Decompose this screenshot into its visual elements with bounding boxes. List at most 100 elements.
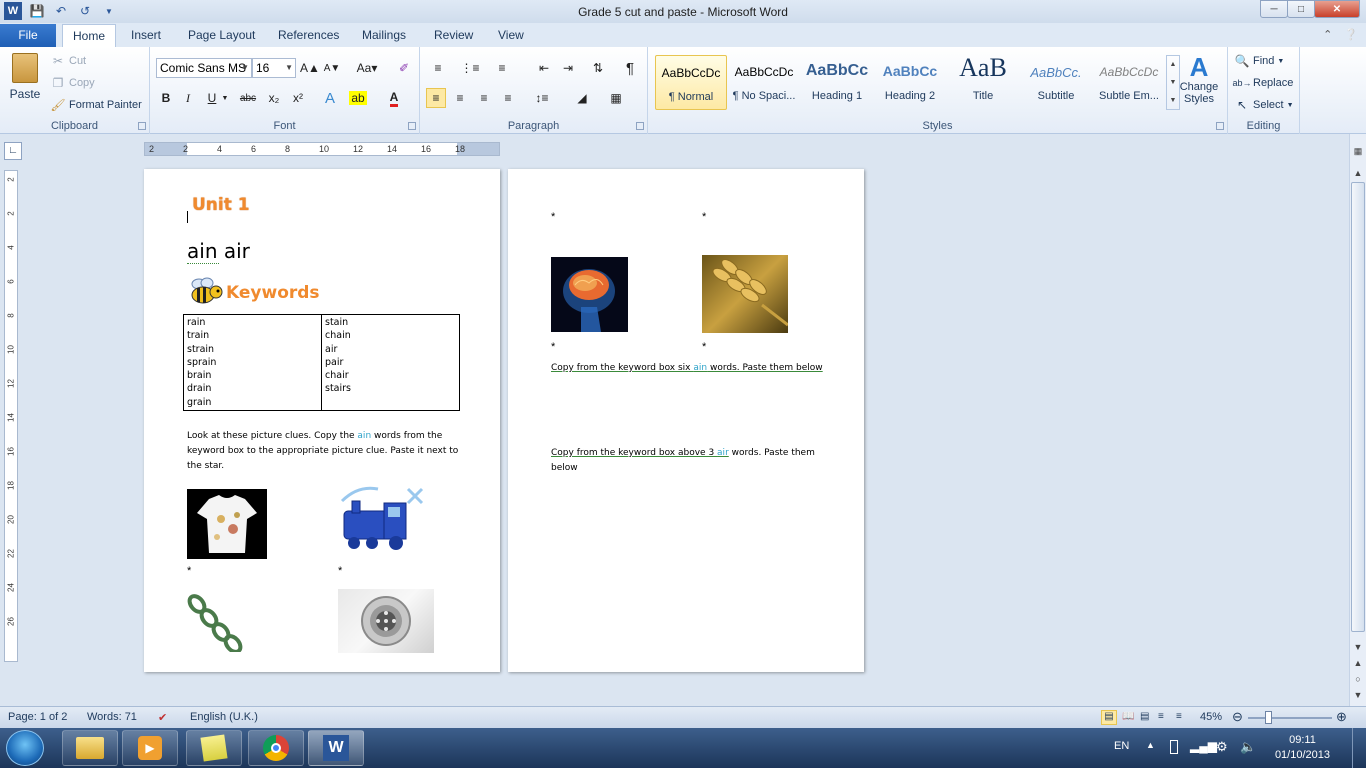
numbering-icon[interactable]: ⋮≡ [460,58,480,78]
decrease-indent-icon[interactable]: ⇤ [534,58,554,78]
tab-view[interactable]: View [498,24,524,47]
sticky-notes-taskbar-button[interactable] [186,730,242,766]
paragraph-launcher-icon[interactable] [636,122,644,130]
format-painter-button[interactable]: 🖌 Format Painter [50,97,141,113]
scroll-thumb[interactable] [1351,182,1365,632]
bullets-icon[interactable]: ≡ [428,58,448,78]
horizontal-ruler[interactable]: 2 2 4 6 8 10 12 14 16 18 [144,142,500,156]
style-heading-2[interactable]: AaBbCc Heading 2 [874,55,946,110]
scroll-up-button[interactable]: ▲ [1351,166,1365,180]
full-screen-view-icon[interactable]: 📖 [1122,711,1134,722]
shrink-font-icon[interactable]: A▼ [322,58,342,78]
volume-icon[interactable]: 🔈 [1240,739,1256,755]
minimize-ribbon-icon[interactable]: ⌃ [1323,28,1332,41]
draft-view-icon[interactable]: ≡ [1176,711,1182,722]
help-icon[interactable]: ❔ [1344,28,1358,41]
battery-icon[interactable] [1170,740,1178,754]
zoom-out-icon[interactable]: ⊖ [1232,709,1243,725]
show-hidden-icons-icon[interactable]: ▲ [1146,740,1155,750]
explorer-taskbar-button[interactable] [62,730,118,766]
grow-font-icon[interactable]: A▲ [300,58,320,78]
tab-selector[interactable]: ∟ [4,142,22,160]
align-left-icon[interactable]: ≡ [426,88,446,108]
scroll-down-button[interactable]: ▼ [1351,640,1365,654]
signal-icon[interactable]: ▂▄▆ [1190,739,1217,753]
copy-button[interactable]: ❐ Copy [50,75,95,91]
page-1[interactable]: Unit 1 ain air Keywords rain train strai… [144,169,500,672]
page-count[interactable]: Page: 1 of 2 [8,711,67,723]
show-formatting-icon[interactable]: ¶ [620,58,640,78]
paste-button[interactable]: Paste [6,53,44,101]
style-title[interactable]: AaB Title [947,53,1019,110]
subscript-icon[interactable]: x₂ [264,88,284,108]
highlight-icon[interactable]: ab [348,88,368,108]
close-button[interactable]: ✕ [1314,0,1360,18]
keyword-column-2[interactable]: stain chain air pair chair stairs [321,313,460,412]
font-name-combo[interactable]: Comic Sans MS ▼ [156,58,252,78]
underline-dropdown-icon[interactable]: ▼ [220,88,230,108]
font-launcher-icon[interactable] [408,122,416,130]
language[interactable]: English (U.K.) [190,711,258,723]
keyword-column-1[interactable]: rain train strain sprain brain drain gra… [183,313,322,412]
zoom-slider-thumb[interactable] [1265,711,1272,724]
chain-image[interactable] [187,594,243,652]
clear-formatting-icon[interactable]: ✐ [394,58,414,78]
tab-home[interactable]: Home [62,24,117,47]
web-layout-view-icon[interactable]: ▤ [1140,711,1149,722]
style-no-spacing[interactable]: AaBbCcDc ¶ No Spaci... [728,55,800,110]
align-center-icon[interactable]: ≡ [450,88,470,108]
stained-shirt-image[interactable] [187,489,267,559]
minimize-button[interactable]: ─ [1260,0,1288,18]
view-ruler-icon[interactable]: ▦ [1351,144,1365,158]
shading-icon[interactable]: ◢ [572,88,592,108]
show-desktop-button[interactable] [1352,728,1366,768]
cut-button[interactable]: ✂ Cut [50,53,86,69]
tab-references[interactable]: References [278,24,339,47]
find-button[interactable]: 🔍 Find ▼ [1234,53,1285,69]
line-spacing-icon[interactable]: ↕≡ [532,88,552,108]
change-case-icon[interactable]: Aa▾ [354,58,380,78]
word-count[interactable]: Words: 71 [87,711,137,723]
increase-indent-icon[interactable]: ⇥ [558,58,578,78]
tab-insert[interactable]: Insert [131,24,161,47]
font-color-icon[interactable]: A [384,88,404,108]
underline-icon[interactable]: U [202,88,222,108]
print-layout-view-icon[interactable]: ▤ [1101,710,1117,725]
bold-icon[interactable]: B [156,88,176,108]
text-effects-icon[interactable]: A [320,88,340,108]
proofing-icon[interactable]: ✔ [158,711,167,724]
tab-review[interactable]: Review [434,24,473,47]
styles-launcher-icon[interactable] [1216,122,1224,130]
select-button[interactable]: ↖ Select ▼ [1234,97,1294,113]
vertical-ruler[interactable]: 2 2 4 6 8 10 12 14 16 18 20 22 24 26 [4,170,18,662]
tab-page-layout[interactable]: Page Layout [188,24,255,47]
superscript-icon[interactable]: x² [288,88,308,108]
strikethrough-icon[interactable]: abc [238,88,258,108]
align-right-icon[interactable]: ≡ [474,88,494,108]
zoom-level[interactable]: 45% [1200,711,1222,723]
keyword-table[interactable]: rain train strain sprain brain drain gra… [183,313,460,412]
vertical-scrollbar[interactable]: ▦ ▲ ▼ ▲ ○ ▼ [1349,134,1366,706]
language-indicator[interactable]: EN [1114,740,1129,752]
chrome-taskbar-button[interactable] [248,730,304,766]
clipboard-launcher-icon[interactable] [138,122,146,130]
zoom-in-icon[interactable]: ⊕ [1336,709,1347,725]
sort-icon[interactable]: ⇅ [588,58,608,78]
browse-object-icon[interactable]: ○ [1351,672,1365,686]
tab-file[interactable]: File [0,24,56,47]
style-normal[interactable]: AaBbCcDc ¶ Normal [655,55,727,110]
style-heading-1[interactable]: AaBbCc Heading 1 [801,55,873,110]
brain-image[interactable] [551,257,628,332]
next-page-icon[interactable]: ▼ [1351,688,1365,702]
italic-icon[interactable]: I [178,88,198,108]
outline-view-icon[interactable]: ≡ [1158,711,1164,722]
network-icon[interactable]: ⚙ [1216,739,1228,755]
media-player-taskbar-button[interactable]: ▶ [122,730,178,766]
page-2[interactable]: * * * * Copy from the keyword box six ai… [508,169,864,672]
borders-icon[interactable]: ▦ [606,88,626,108]
zoom-slider[interactable] [1248,717,1332,719]
style-subtle-emphasis[interactable]: AaBbCcDc Subtle Em... [1093,55,1165,110]
train-image[interactable] [338,481,428,553]
grain-image[interactable] [702,255,788,333]
drain-image[interactable] [338,589,434,653]
